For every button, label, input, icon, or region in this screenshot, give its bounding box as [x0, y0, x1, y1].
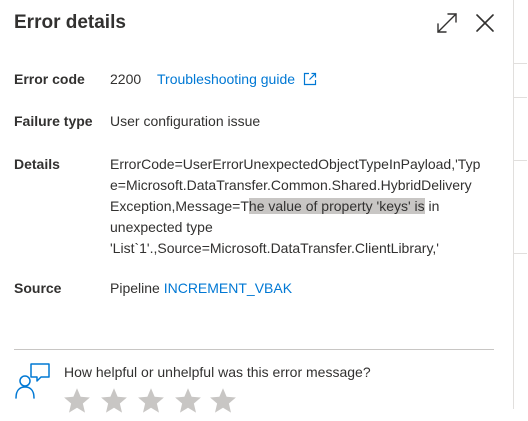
background-page-edge — [513, 0, 528, 409]
details-text-segment: Exception,Message=T — [110, 198, 249, 214]
background-divider — [514, 253, 527, 254]
star-icon[interactable] — [99, 386, 129, 416]
details-line: unexpected type — [110, 219, 213, 235]
expand-icon[interactable] — [434, 10, 460, 36]
feedback-person-icon — [14, 362, 52, 400]
details-text-segment: in — [424, 198, 440, 214]
details-row: Details ErrorCode=UserErrorUnexpectedObj… — [14, 154, 494, 259]
failure-type-row: Failure type User configuration issue — [14, 111, 494, 132]
background-divider — [514, 63, 527, 64]
panel-title: Error details — [14, 12, 126, 33]
open-in-new-icon — [303, 72, 317, 86]
failure-type-value: User configuration issue — [110, 113, 261, 129]
details-line: 'List`1'.,Source=Microsoft.DataTransfer.… — [110, 240, 439, 256]
error-code-row: Error code 2200 Troubleshooting guide — [14, 69, 494, 90]
error-code-value: 2200 — [110, 71, 142, 87]
source-label: Source — [14, 280, 62, 296]
source-row: Source Pipeline INCREMENT_VBAK — [14, 278, 494, 299]
star-icon[interactable] — [62, 386, 92, 416]
star-icon[interactable] — [208, 386, 238, 416]
troubleshooting-guide-label: Troubleshooting guide — [157, 71, 296, 87]
details-line: ErrorCode=UserErrorUnexpectedObjectTypeI… — [110, 156, 481, 172]
feedback-divider — [14, 349, 494, 350]
pipeline-link[interactable]: INCREMENT_VBAK — [164, 280, 292, 296]
source-prefix: Pipeline — [110, 280, 164, 296]
feedback-question: How helpful or unhelpful was this error … — [64, 364, 371, 380]
source-value: Pipeline INCREMENT_VBAK — [110, 278, 292, 299]
selected-text-highlight: he value of property 'keys' is — [248, 198, 425, 214]
details-label: Details — [14, 156, 60, 172]
star-icon[interactable] — [173, 386, 203, 416]
details-line: e=Microsoft.DataTransfer.Common.Shared.H… — [110, 177, 472, 193]
troubleshooting-guide-link[interactable]: Troubleshooting guide — [157, 69, 317, 90]
details-line: Exception,Message=The value of property … — [110, 196, 495, 217]
error-details-panel: Error details Error code 2200 Troublesho… — [0, 0, 513, 413]
failure-type-label: Failure type — [14, 113, 93, 129]
details-message: ErrorCode=UserErrorUnexpectedObjectTypeI… — [110, 154, 495, 259]
star-icon[interactable] — [136, 386, 166, 416]
background-divider — [514, 160, 527, 161]
background-divider — [514, 97, 527, 98]
error-code-label: Error code — [14, 71, 85, 87]
close-icon[interactable] — [472, 10, 498, 36]
